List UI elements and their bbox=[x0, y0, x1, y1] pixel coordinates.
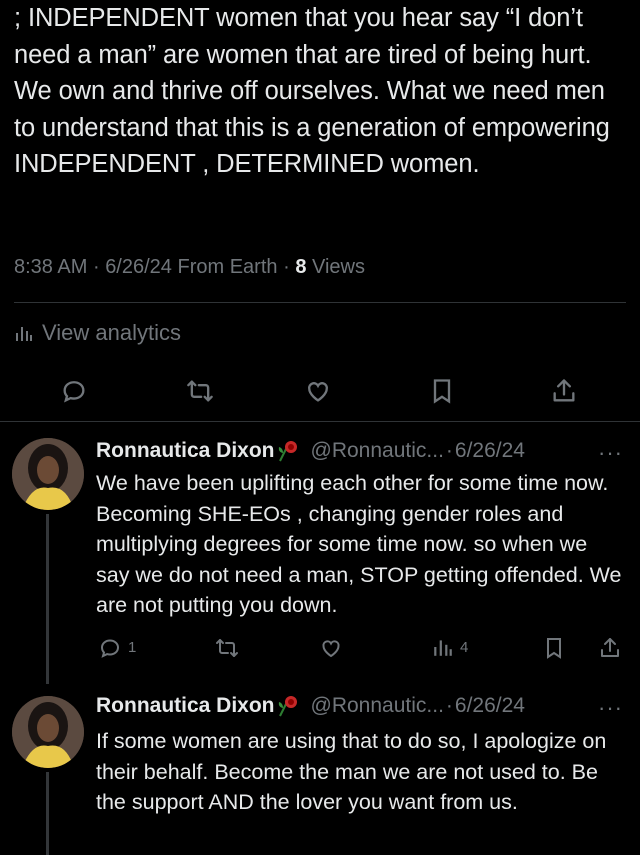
reply-count: 1 bbox=[128, 639, 137, 656]
avatar[interactable] bbox=[12, 438, 84, 510]
bookmark-icon[interactable] bbox=[542, 636, 566, 660]
reply-icon[interactable] bbox=[60, 377, 88, 405]
rose-emoji bbox=[278, 696, 297, 717]
author-name[interactable]: Ronnautica Dixon bbox=[96, 694, 275, 718]
like-icon[interactable] bbox=[304, 377, 332, 405]
reply-header: Ronnautica Dixon @Ronnautic... · 6/26/24 bbox=[96, 439, 525, 463]
more-options-button[interactable]: ··· bbox=[598, 440, 623, 466]
retweet-icon[interactable] bbox=[215, 636, 239, 660]
reply-text: We have been uplifting each other for so… bbox=[96, 471, 622, 617]
view-analytics-link[interactable]: View analytics bbox=[14, 320, 181, 346]
like-icon[interactable] bbox=[319, 636, 343, 660]
bookmark-icon[interactable] bbox=[428, 377, 456, 405]
retweet-icon[interactable] bbox=[186, 377, 214, 405]
reply-icon[interactable] bbox=[98, 636, 122, 660]
avatar[interactable] bbox=[12, 696, 84, 768]
divider bbox=[14, 302, 626, 303]
share-icon[interactable] bbox=[550, 377, 578, 405]
tweet-source: From Earth bbox=[177, 256, 278, 278]
share-icon[interactable] bbox=[598, 636, 622, 660]
view-analytics-label: View analytics bbox=[42, 320, 181, 345]
reply-date[interactable]: 6/26/24 bbox=[455, 694, 525, 718]
views-label: Views bbox=[312, 256, 365, 278]
author-handle[interactable]: @Ronnautic... bbox=[311, 439, 444, 463]
analytics-icon[interactable] bbox=[432, 636, 454, 658]
tweet-time[interactable]: 8:38 AM bbox=[14, 256, 87, 278]
author-handle[interactable]: @Ronnautic... bbox=[311, 694, 444, 718]
more-options-button[interactable]: ··· bbox=[598, 695, 623, 721]
reply-date[interactable]: 6/26/24 bbox=[455, 439, 525, 463]
tweet-meta: 8:38 AM · 6/26/24 From Earth · 8 Views bbox=[14, 256, 365, 278]
analytics-icon bbox=[16, 327, 32, 341]
rose-emoji bbox=[278, 441, 297, 462]
reply-text: If some women are using that to do so, I… bbox=[96, 729, 607, 814]
views-count: 8 bbox=[295, 256, 307, 278]
thread-line bbox=[46, 514, 49, 684]
author-name[interactable]: Ronnautica Dixon bbox=[96, 439, 275, 463]
divider bbox=[0, 421, 640, 422]
thread-line bbox=[46, 772, 49, 855]
reply-header: Ronnautica Dixon @Ronnautic... · 6/26/24 bbox=[96, 694, 525, 718]
views-count: 4 bbox=[460, 639, 469, 656]
tweet-text: ; INDEPENDENT women that you hear say “I… bbox=[14, 4, 610, 178]
tweet-date[interactable]: 6/26/24 bbox=[105, 256, 172, 278]
